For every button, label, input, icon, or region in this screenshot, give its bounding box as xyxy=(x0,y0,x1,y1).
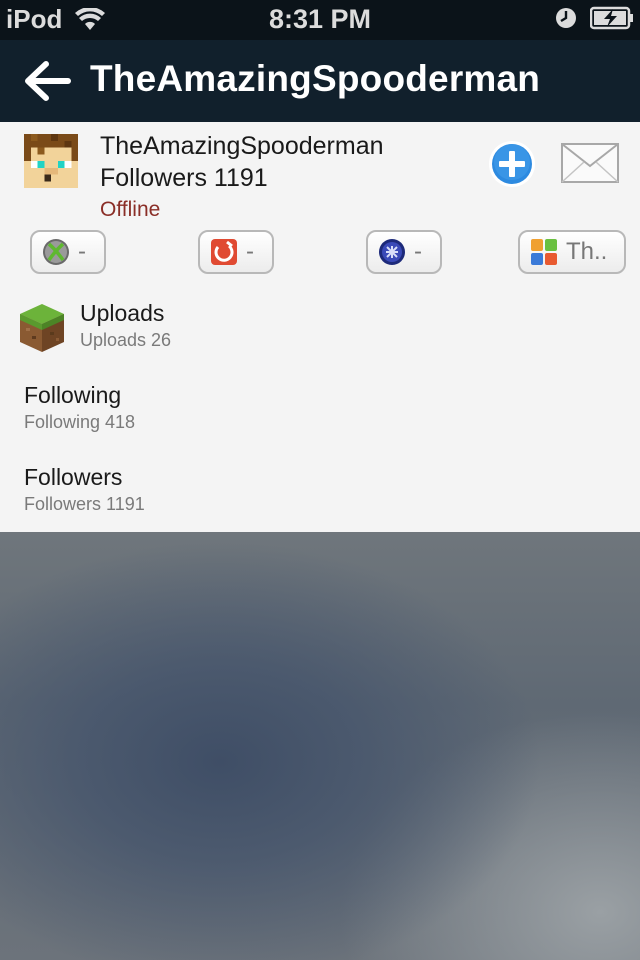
arrow-left-icon[interactable] xyxy=(22,60,74,102)
uploads-title: Uploads xyxy=(80,300,165,326)
psn-value: - xyxy=(414,238,422,265)
navigation-bar: TheAmazingSpooderman xyxy=(0,40,640,122)
game-center-icon xyxy=(531,239,557,265)
profile-name: TheAmazingSpooderman xyxy=(100,132,384,160)
status-time: 8:31 PM xyxy=(268,4,372,34)
background-image xyxy=(0,532,640,960)
list-item-followers[interactable]: Followers Followers 1191 xyxy=(0,456,640,526)
page-title: TheAmazingSpooderman xyxy=(90,58,541,99)
profile-followers-count: Followers 1191 xyxy=(100,164,268,192)
following-count: Following 418 xyxy=(24,412,136,432)
profile-status: Offline xyxy=(100,198,161,221)
following-title: Following xyxy=(24,382,122,408)
followers-title: Followers xyxy=(24,464,123,490)
origin-button[interactable]: - xyxy=(198,230,274,274)
origin-value: - xyxy=(246,238,254,265)
avatar[interactable] xyxy=(24,134,78,188)
list-item-uploads[interactable]: Uploads Uploads 26 xyxy=(0,292,640,362)
plus-circle-icon[interactable] xyxy=(488,140,536,188)
playstation-network-button[interactable]: - xyxy=(366,230,442,274)
battery-charging-icon xyxy=(590,6,633,30)
envelope-icon[interactable] xyxy=(560,142,620,184)
xbox-button[interactable]: - xyxy=(30,230,106,274)
origin-icon xyxy=(211,239,237,265)
profile-content: TheAmazingSpooderman Followers 1191 Offl… xyxy=(0,122,640,532)
clock-icon xyxy=(556,8,576,28)
grass-block-icon xyxy=(20,304,64,352)
list-item-following[interactable]: Following Following 418 xyxy=(0,374,640,444)
xbox-value: - xyxy=(78,238,86,265)
game-center-button[interactable]: Th.. xyxy=(518,230,626,274)
game-center-value: Th.. xyxy=(566,238,608,265)
status-bar: iPod 8:31 PM xyxy=(0,0,640,40)
followers-count: Followers 1191 xyxy=(24,494,145,514)
uploads-count: Uploads 26 xyxy=(80,330,172,350)
xbox-icon xyxy=(43,239,69,265)
playstation-network-icon xyxy=(379,239,405,265)
